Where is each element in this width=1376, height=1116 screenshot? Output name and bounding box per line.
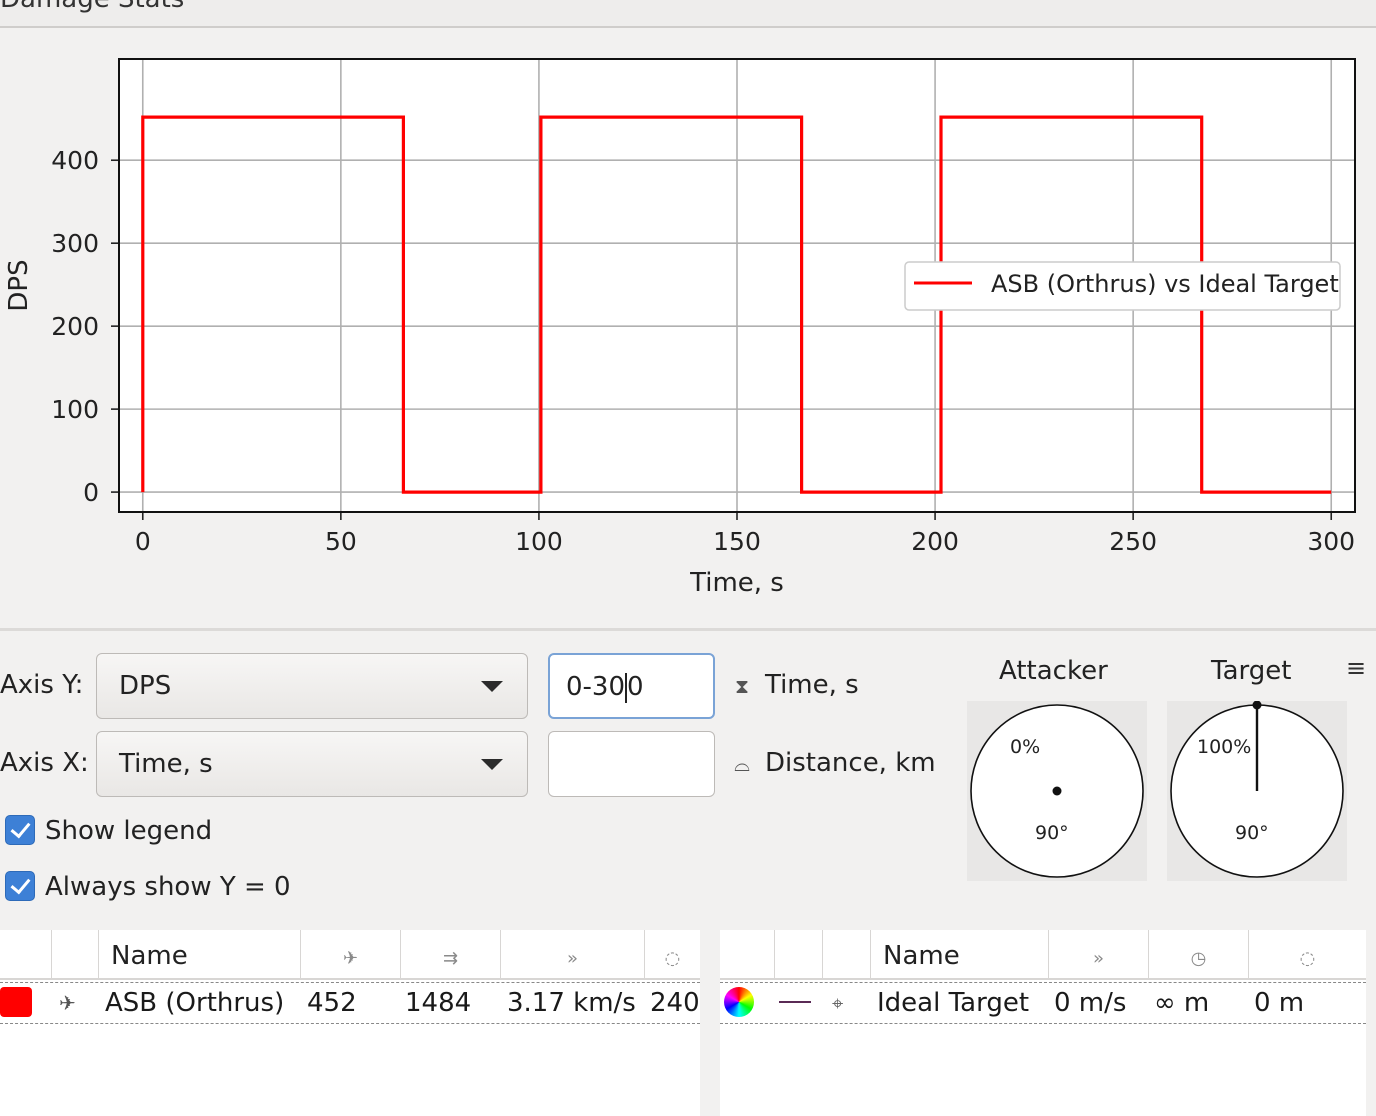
col-radius[interactable]: ◌: [1249, 930, 1366, 978]
velocity-icon: »: [566, 948, 578, 969]
fit-color-swatch[interactable]: [0, 987, 32, 1017]
x-tick-label: 50: [325, 527, 357, 556]
x-tick-label: 300: [1307, 527, 1355, 556]
fits-table: Name ✈ ⇉ » ◌ ✈ ASB (Orthrus) 452 1484 3.…: [0, 930, 700, 1116]
dps-chart: 0 50 100 150 200 250 300 0 100 200 300 400 Time, s DP…: [4, 58, 1356, 598]
fits-table-header: Name ✈ ⇉ » ◌: [0, 930, 700, 980]
x-tick-label: 150: [713, 527, 761, 556]
distance-icon: ⌓: [734, 752, 750, 776]
target-icon: ⌖: [832, 991, 844, 1015]
always-show-y0-label: Always show Y = 0: [45, 872, 291, 902]
table-row[interactable]: ⌖ Ideal Target 0 m/s ∞ m 0 m: [720, 982, 1366, 1024]
radius-icon: ◌: [1299, 948, 1316, 969]
axis-y-select[interactable]: DPS: [96, 653, 528, 719]
time-label: Time, s: [765, 670, 859, 700]
col-speed[interactable]: »: [1049, 930, 1149, 978]
x-tick-label: 0: [135, 527, 151, 556]
radius-icon: ◌: [664, 948, 681, 969]
attacker-percent: 0%: [1010, 736, 1040, 758]
show-legend-label: Show legend: [45, 816, 213, 846]
col-sig[interactable]: ◷: [1149, 930, 1249, 978]
plot-area: 0 50 100 150 200 250 300 0 100 200 300 400 Time, s DP…: [0, 28, 1376, 628]
fit-speed: 3.17 km/s: [507, 988, 636, 1018]
fit-dps: 452: [307, 988, 357, 1018]
chevron-down-icon: [481, 759, 503, 770]
axis-x-label: Axis X:: [0, 748, 89, 778]
color-wheel-icon[interactable]: [724, 987, 754, 1017]
col-icon[interactable]: [823, 930, 871, 978]
target-radius: 0 m: [1254, 988, 1305, 1018]
col-dps[interactable]: ✈: [301, 930, 401, 978]
target-name: Ideal Target: [877, 988, 1030, 1018]
hourglass-icon: ⧗: [734, 674, 750, 698]
distance-label: Distance, km: [765, 748, 936, 778]
col-sig[interactable]: ◌: [645, 930, 700, 978]
targets-table: Name » ◷ ◌ ⌖ Ideal Target 0 m/s ∞ m 0 m: [720, 930, 1366, 1116]
target-speed: 0 m/s: [1054, 988, 1127, 1018]
window-title: Damage Stats: [0, 0, 184, 14]
target-angle: 90°: [1235, 822, 1269, 844]
attacker-dial[interactable]: 0% 90°: [967, 701, 1147, 881]
splitter[interactable]: [0, 628, 1376, 631]
show-legend-checkbox[interactable]: [5, 815, 35, 845]
window-titlebar: Damage Stats: [0, 0, 1376, 28]
y-axis-label: DPS: [4, 259, 34, 311]
col-speed[interactable]: »: [501, 930, 645, 978]
targets-table-header: Name » ◷ ◌: [720, 930, 1366, 980]
y-range-text-b: 0: [627, 672, 644, 702]
x-tick-label: 250: [1109, 527, 1157, 556]
fit-volley: 1484: [405, 988, 472, 1018]
speed-icon: ⇉: [442, 948, 459, 969]
hamburger-menu-icon[interactable]: ≡: [1346, 654, 1366, 682]
line-style-icon[interactable]: [779, 1001, 811, 1003]
col-volley[interactable]: ⇉: [401, 930, 501, 978]
ship-icon: ✈: [59, 991, 76, 1015]
ship-icon: ✈: [342, 948, 359, 969]
col-name[interactable]: Name: [871, 930, 1049, 978]
col-line[interactable]: [775, 930, 823, 978]
attacker-title: Attacker: [999, 656, 1108, 686]
col-name[interactable]: Name: [99, 930, 301, 978]
clock-icon: ◷: [1190, 948, 1207, 969]
y-tick-label: 0: [83, 478, 99, 507]
col-name-label: Name: [111, 941, 188, 971]
always-show-y0-checkbox[interactable]: [5, 871, 35, 901]
y-range-input[interactable]: 0-300: [548, 653, 715, 719]
col-icon[interactable]: [52, 930, 99, 978]
axis-x-value: Time, s: [119, 749, 213, 779]
chevron-down-icon: [481, 681, 503, 692]
y-tick-label: 200: [51, 312, 99, 341]
fit-name: ASB (Orthrus): [105, 988, 285, 1018]
table-row[interactable]: ✈ ASB (Orthrus) 452 1484 3.17 km/s 240: [0, 982, 700, 1024]
axis-y-value: DPS: [119, 671, 172, 701]
y-tick-label: 400: [51, 146, 99, 175]
target-dial[interactable]: 100% 90°: [1167, 701, 1347, 881]
target-title: Target: [1211, 656, 1292, 686]
target-percent: 100%: [1197, 736, 1251, 758]
axis-y-label: Axis Y:: [0, 670, 84, 700]
velocity-icon: »: [1092, 948, 1104, 969]
legend-label: ASB (Orthrus) vs Ideal Target: [991, 270, 1339, 298]
col-color[interactable]: [720, 930, 775, 978]
fit-sig: 240: [650, 988, 700, 1018]
y-tick-label: 100: [51, 395, 99, 424]
x-axis-label: Time, s: [689, 568, 784, 598]
y-range-text-a: 0-30: [566, 672, 626, 702]
attacker-angle: 90°: [1035, 822, 1069, 844]
x-tick-label: 200: [911, 527, 959, 556]
y-tick-label: 300: [51, 229, 99, 258]
col-color[interactable]: [0, 930, 52, 978]
x-tick-label: 100: [515, 527, 563, 556]
x-range-input[interactable]: [548, 731, 715, 797]
col-name-label: Name: [883, 941, 960, 971]
axis-x-select[interactable]: Time, s: [96, 731, 528, 797]
target-sig: ∞ m: [1154, 988, 1210, 1018]
